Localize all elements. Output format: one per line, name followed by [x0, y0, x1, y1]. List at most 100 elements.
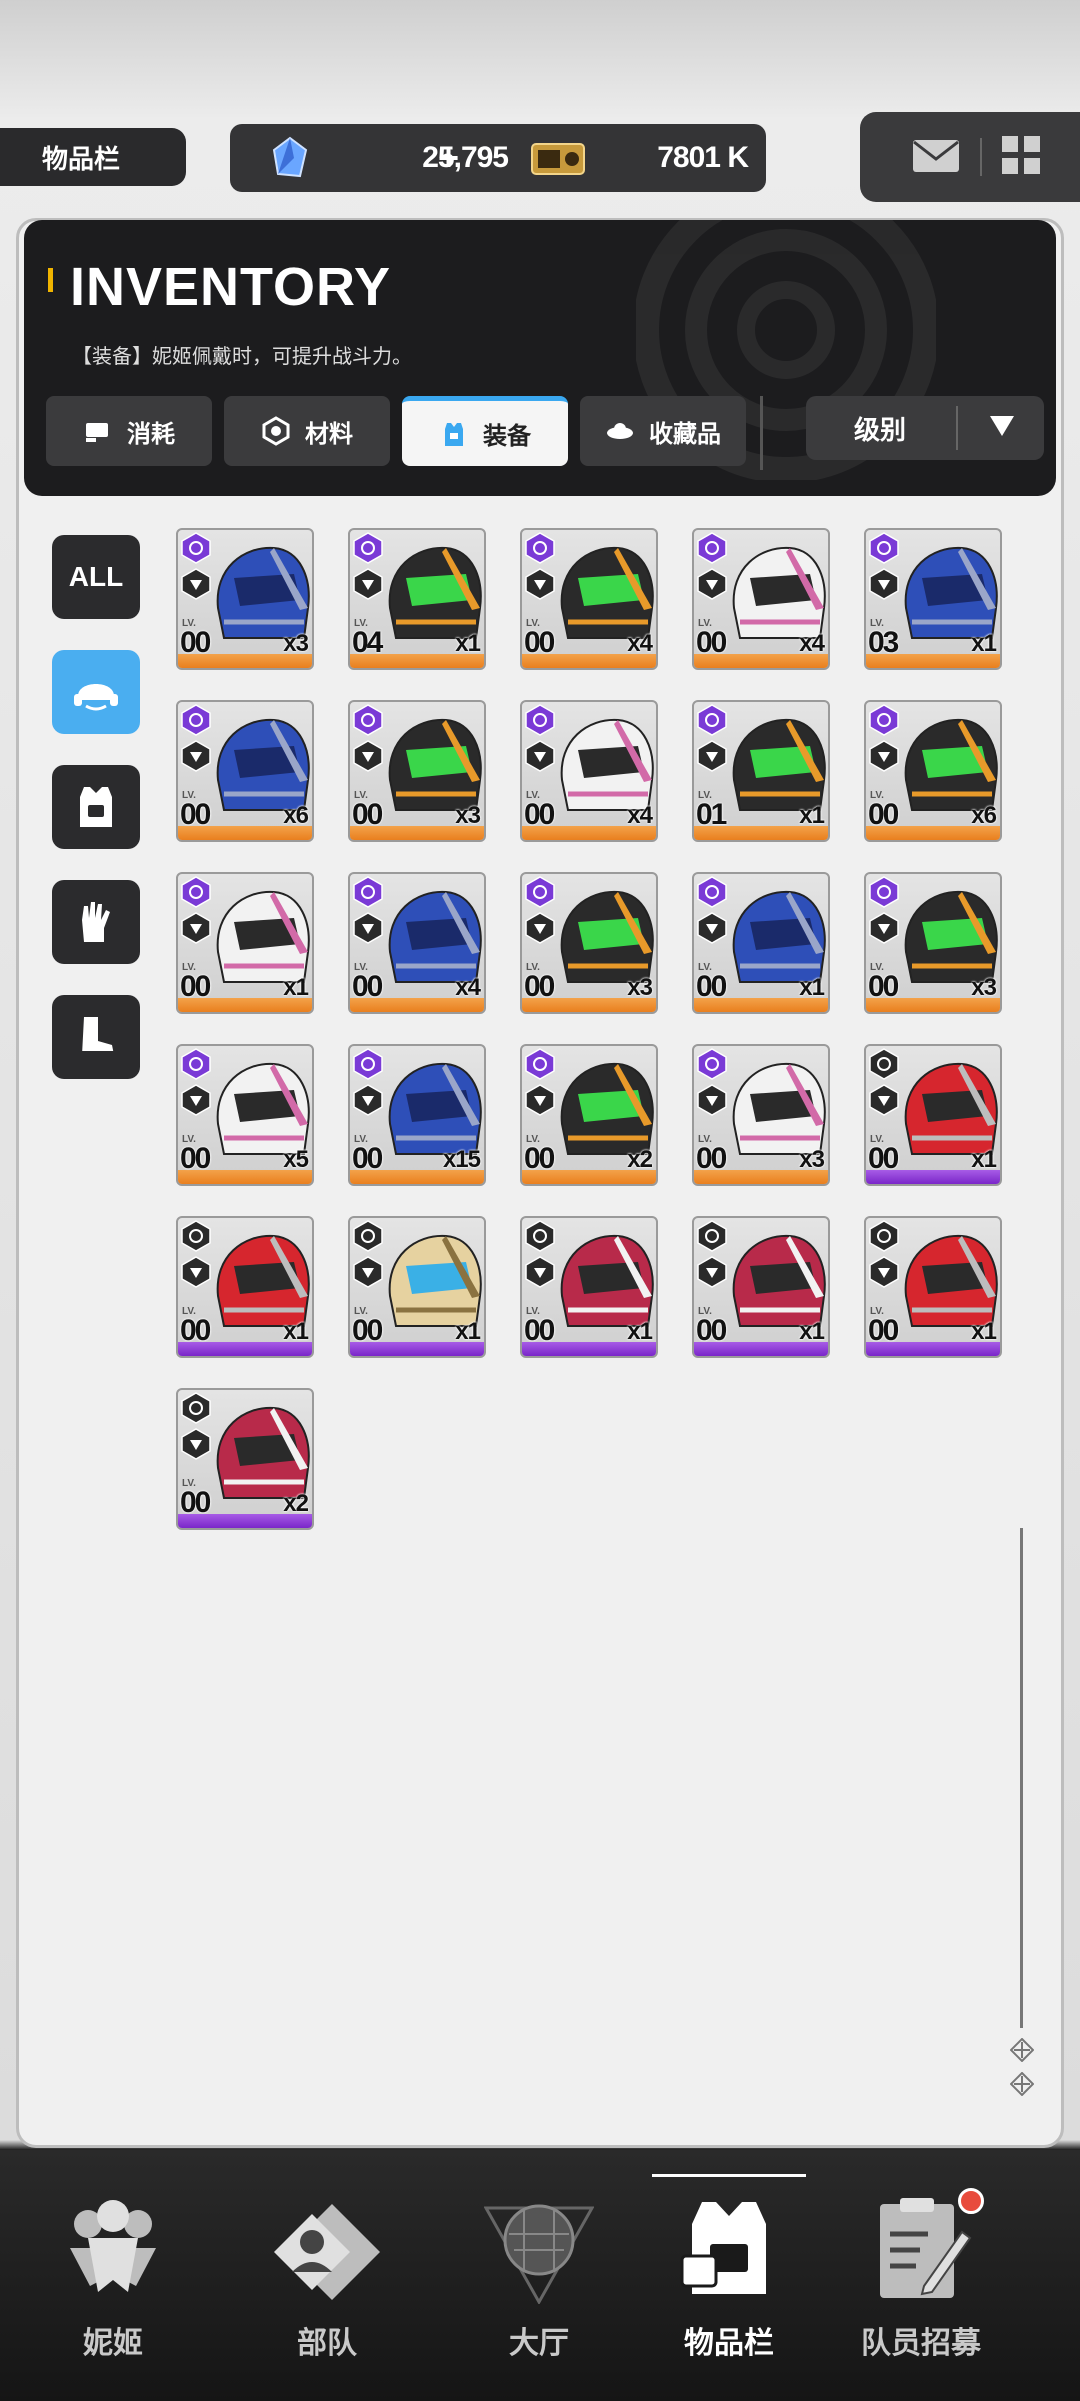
- item-card[interactable]: LV. 00 x3: [692, 1044, 830, 1186]
- item-level: 00: [352, 1142, 383, 1175]
- class-badge-icon: [869, 1084, 899, 1116]
- rarity-badge-icon: [181, 704, 211, 736]
- item-card[interactable]: LV. 00 x1: [176, 1216, 314, 1358]
- item-card[interactable]: LV. 00 x1: [692, 872, 830, 1014]
- class-badge-icon: [181, 1084, 211, 1116]
- item-quantity: x5: [283, 1146, 309, 1173]
- filter-helmet[interactable]: [52, 650, 140, 734]
- rarity-badge-icon: [525, 704, 555, 736]
- item-card[interactable]: LV. 00 x2: [520, 1044, 658, 1186]
- class-badge-icon: [353, 568, 383, 600]
- item-level: 00: [696, 970, 727, 1003]
- rarity-badge-icon: [869, 704, 899, 736]
- inventory-icon: [680, 2202, 766, 2294]
- filter-gloves[interactable]: [52, 880, 140, 964]
- divider: [980, 138, 982, 176]
- gloves-icon: [82, 902, 110, 942]
- class-badge-icon: [353, 912, 383, 944]
- add-gems-button[interactable]: +: [438, 137, 459, 179]
- item-card[interactable]: LV. 00 x6: [864, 700, 1002, 842]
- item-card[interactable]: LV. 00 x1: [692, 1216, 830, 1358]
- item-card[interactable]: LV. 00 x3: [348, 700, 486, 842]
- sort-label: 级别: [854, 414, 907, 445]
- class-badge-icon: [697, 740, 727, 772]
- squad-icon: [274, 2204, 380, 2300]
- item-level: 00: [868, 798, 899, 831]
- item-card[interactable]: LV. 00 x6: [176, 700, 314, 842]
- tab-equipment[interactable]: 装备: [402, 396, 568, 466]
- item-level: 00: [180, 626, 211, 659]
- rarity-badge-icon: [525, 1048, 555, 1080]
- item-card[interactable]: LV. 00 x4: [520, 528, 658, 670]
- class-badge-icon: [697, 1256, 727, 1288]
- item-quantity: x6: [283, 802, 309, 829]
- item-level: 04: [352, 626, 383, 659]
- rarity-badge-icon: [525, 876, 555, 908]
- item-quantity: x3: [455, 802, 481, 829]
- item-card[interactable]: LV. 00 x1: [864, 1216, 1002, 1358]
- grid-menu-icon[interactable]: [1002, 136, 1040, 174]
- item-card[interactable]: LV. 00 x4: [348, 872, 486, 1014]
- class-badge-icon: [869, 1256, 899, 1288]
- nav-label: 部队: [297, 2327, 357, 2360]
- scroll-down-icon[interactable]: [1010, 2072, 1034, 2096]
- class-badge-icon: [525, 1256, 555, 1288]
- item-level: 00: [524, 970, 555, 1003]
- item-quantity: x4: [627, 802, 653, 829]
- item-card[interactable]: LV. 00 x2: [176, 1388, 314, 1530]
- filter-all[interactable]: ALL: [52, 535, 140, 619]
- item-card[interactable]: LV. 00 x1: [864, 1044, 1002, 1186]
- item-quantity: x3: [799, 1146, 825, 1173]
- item-quantity: x1: [971, 1318, 997, 1345]
- item-level: 00: [868, 1142, 899, 1175]
- filter-armor[interactable]: [52, 765, 140, 849]
- scroll-up-icon[interactable]: [1010, 2038, 1034, 2062]
- nav-lobby[interactable]: 大厅: [444, 2150, 634, 2401]
- nav-inventory[interactable]: 物品栏: [634, 2150, 824, 2401]
- page-tag-label: 物品栏: [42, 143, 121, 174]
- item-card[interactable]: LV. 00 x1: [348, 1216, 486, 1358]
- item-quantity: x3: [971, 974, 997, 1001]
- gold-count: 7801 K: [657, 141, 749, 174]
- scrollbar[interactable]: [1020, 1528, 1023, 2028]
- class-badge-icon: [697, 568, 727, 600]
- tab-label: 装备: [483, 423, 531, 450]
- item-quantity: x2: [627, 1146, 653, 1173]
- item-card[interactable]: LV. 00 x15: [348, 1044, 486, 1186]
- item-quantity: x3: [627, 974, 653, 1001]
- item-level: 00: [180, 1314, 211, 1347]
- item-card[interactable]: LV. 00 x1: [520, 1216, 658, 1358]
- item-level: 00: [524, 626, 555, 659]
- filter-boots[interactable]: [52, 995, 140, 1079]
- item-card[interactable]: LV. 01 x1: [692, 700, 830, 842]
- tab-label: 消耗: [127, 420, 175, 448]
- nav-squad[interactable]: 部队: [232, 2150, 422, 2401]
- item-card[interactable]: LV. 00 x4: [692, 528, 830, 670]
- item-card[interactable]: LV. 04 x1: [348, 528, 486, 670]
- nav-recruit[interactable]: 队员招募: [826, 2150, 1016, 2401]
- mail-icon[interactable]: [912, 139, 960, 173]
- item-card[interactable]: LV. 00 x4: [520, 700, 658, 842]
- tab-consumable[interactable]: 消耗: [46, 396, 212, 466]
- item-card[interactable]: LV. 00 x3: [176, 528, 314, 670]
- item-quantity: x1: [971, 630, 997, 657]
- tab-material[interactable]: 材料: [224, 396, 390, 466]
- item-card[interactable]: LV. 00 x5: [176, 1044, 314, 1186]
- item-card[interactable]: LV. 03 x1: [864, 528, 1002, 670]
- nikke-icon: [70, 2200, 156, 2292]
- currency-bar: 25,795 + 7801 K: [230, 124, 766, 192]
- nav-label: 物品栏: [684, 2327, 774, 2360]
- item-card[interactable]: LV. 00 x3: [864, 872, 1002, 1014]
- item-card[interactable]: LV. 00 x3: [520, 872, 658, 1014]
- item-card[interactable]: LV. 00 x1: [176, 872, 314, 1014]
- credit-card-icon: [531, 143, 585, 175]
- nav-label: 大厅: [509, 2327, 569, 2360]
- rarity-badge-icon: [181, 876, 211, 908]
- tab-collectible[interactable]: 收藏品: [580, 396, 746, 466]
- item-level: 00: [180, 970, 211, 1003]
- sort-dropdown[interactable]: 级别: [806, 396, 1044, 460]
- item-level: 00: [696, 1314, 727, 1347]
- nav-nikke[interactable]: 妮姬: [18, 2150, 208, 2401]
- rarity-badge-icon: [353, 1220, 383, 1252]
- item-level: 00: [352, 798, 383, 831]
